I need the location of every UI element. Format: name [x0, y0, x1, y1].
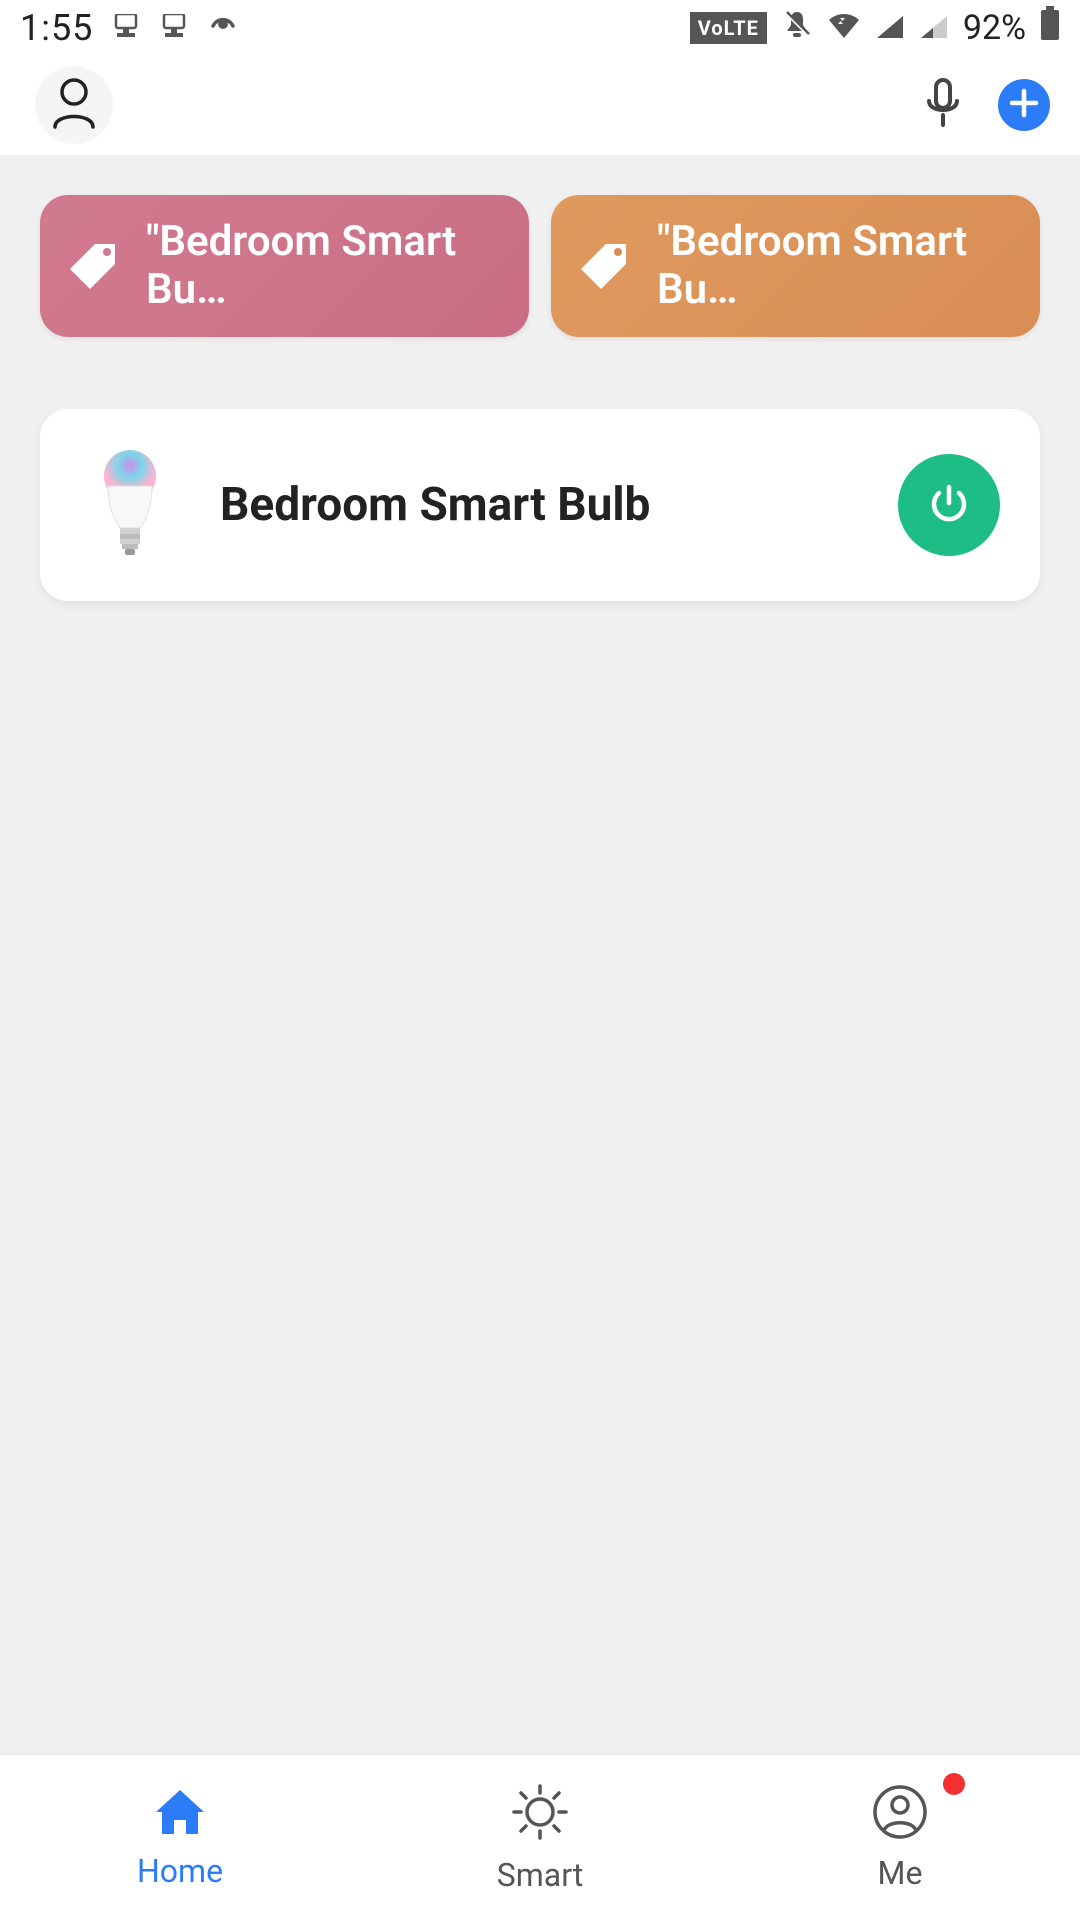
- header-actions: [923, 77, 1050, 133]
- device-card[interactable]: Bedroom Smart Bulb: [40, 409, 1040, 601]
- nav-smart[interactable]: Smart: [360, 1755, 720, 1920]
- add-button[interactable]: [998, 79, 1050, 131]
- app-header: [0, 55, 1080, 155]
- user-circle-icon: [872, 1784, 928, 1844]
- nav-label: Me: [878, 1854, 923, 1892]
- volte-badge: VoLTE: [690, 12, 767, 44]
- home-icon: [152, 1786, 208, 1842]
- profile-button[interactable]: [35, 66, 113, 144]
- scene-label: "Bedroom Smart Bu…: [146, 218, 499, 315]
- nav-home[interactable]: Home: [0, 1755, 360, 1920]
- tag-icon: [581, 239, 631, 293]
- status-right: VoLTE 92%: [690, 6, 1060, 49]
- battery-icon: [1040, 6, 1060, 49]
- battery-percent: 92%: [963, 8, 1026, 48]
- tag-icon: [70, 239, 120, 293]
- power-button[interactable]: [898, 454, 1000, 556]
- device-name: Bedroom Smart Bulb: [220, 478, 848, 532]
- clock: 1:55: [20, 7, 93, 49]
- profile-icon: [51, 77, 97, 133]
- smart-bulb-icon: [90, 445, 170, 565]
- hotspot-icon: [207, 7, 239, 49]
- power-icon: [925, 479, 973, 531]
- scene-label: "Bedroom Smart Bu…: [657, 218, 1010, 315]
- scenes-row: "Bedroom Smart Bu… "Bedroom Smart Bu…: [40, 195, 1040, 337]
- mic-button[interactable]: [923, 77, 963, 133]
- nav-me[interactable]: Me: [720, 1755, 1080, 1920]
- status-bar: 1:55 VoLTE 92%: [0, 0, 1080, 55]
- status-left: 1:55: [20, 7, 239, 49]
- signal-icon-2: [919, 7, 949, 49]
- sun-icon: [510, 1782, 570, 1846]
- content-area: "Bedroom Smart Bu… "Bedroom Smart Bu…: [0, 155, 1080, 601]
- notification-badge: [943, 1773, 965, 1795]
- bottom-nav: Home Smart Me: [0, 1754, 1080, 1920]
- plus-icon: [1009, 88, 1039, 122]
- nav-label: Home: [137, 1852, 223, 1890]
- scene-tile-2[interactable]: "Bedroom Smart Bu…: [551, 195, 1040, 337]
- scene-tile-1[interactable]: "Bedroom Smart Bu…: [40, 195, 529, 337]
- signal-icon-1: [875, 7, 905, 49]
- nav-label: Smart: [497, 1856, 584, 1894]
- network-icon-1: [111, 7, 141, 49]
- mute-icon: [781, 7, 813, 49]
- wifi-icon: [827, 7, 861, 49]
- network-icon-2: [159, 7, 189, 49]
